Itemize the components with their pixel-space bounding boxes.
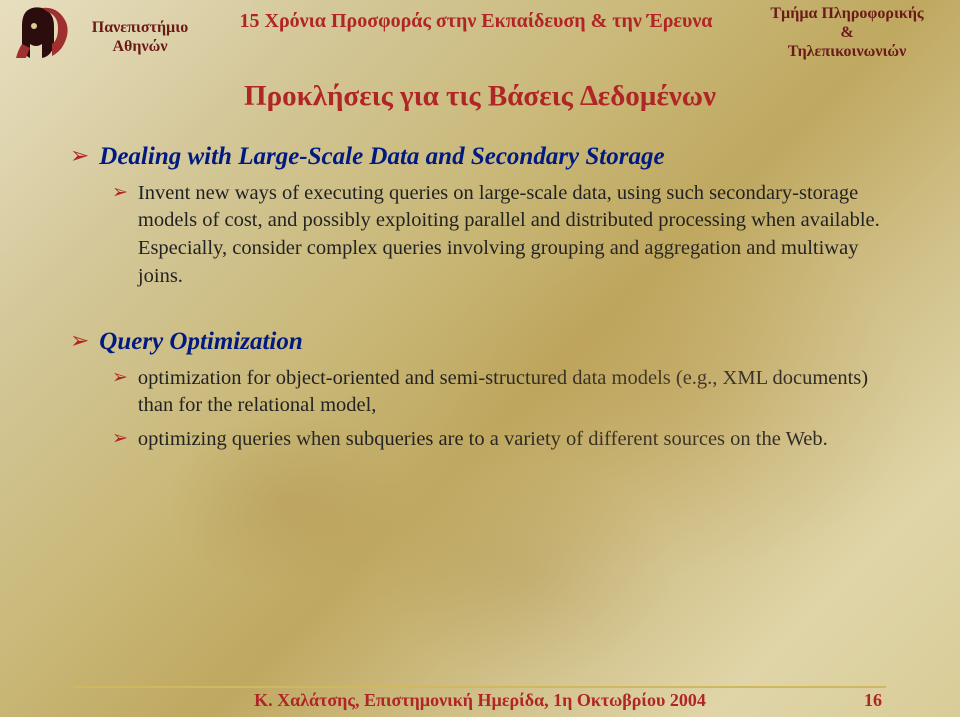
university-name: Πανεπιστήµιο Αθηνών	[80, 4, 200, 56]
slide-footer: Κ. Χαλάτσης, Επιστηµονική Ηµερίδα, 1η Οκ…	[0, 690, 960, 711]
bullet-item: ➢ Invent new ways of executing queries o…	[112, 180, 896, 291]
section-heading-text: Query Optimization	[99, 326, 303, 359]
section-heading: ➢ Query Optimization	[70, 326, 896, 359]
bullet-arrow-icon: ➢	[112, 180, 128, 206]
bullet-item-text: optimizing queries when subqueries are t…	[138, 426, 828, 454]
footer-text: Κ. Χαλάτσης, Επιστηµονική Ηµερίδα, 1η Οκ…	[254, 690, 706, 711]
footer-divider	[74, 686, 886, 688]
university-logo-icon	[8, 4, 76, 64]
bullet-item-text: optimization for object-oriented and sem…	[138, 365, 896, 420]
slide-title: Προκλήσεις για τις Βάσεις ∆εδοµένων	[0, 80, 960, 113]
slide-header: Πανεπιστήµιο Αθηνών 15 Χρόνια Προσφοράς …	[0, 0, 960, 62]
bullet-arrow-icon: ➢	[70, 141, 89, 171]
slide-content: ➢ Dealing with Large-Scale Data and Seco…	[0, 141, 960, 454]
page-number: 16	[864, 690, 882, 711]
bullet-item-text: Invent new ways of executing queries on …	[138, 180, 896, 291]
section-heading-text: Dealing with Large-Scale Data and Second…	[99, 141, 664, 174]
bullet-arrow-icon: ➢	[112, 426, 128, 452]
dept-line2: &	[752, 23, 942, 42]
uni-line2: Αθηνών	[80, 37, 200, 56]
bullet-item: ➢ optimization for object-oriented and s…	[112, 365, 896, 420]
dept-line1: Τµήµα Πληροφορικής	[752, 4, 942, 23]
section-heading: ➢ Dealing with Large-Scale Data and Seco…	[70, 141, 896, 174]
bullet-arrow-icon: ➢	[112, 365, 128, 391]
bullet-item: ➢ optimizing queries when subqueries are…	[112, 426, 896, 454]
header-center-title: 15 Χρόνια Προσφοράς στην Εκπαίδευση & τη…	[200, 4, 752, 33]
bullet-arrow-icon: ➢	[70, 326, 89, 356]
department-name: Τµήµα Πληροφορικής & Τηλεπικοινωνιών	[752, 4, 942, 62]
dept-line3: Τηλεπικοινωνιών	[752, 42, 942, 61]
uni-line1: Πανεπιστήµιο	[80, 18, 200, 37]
